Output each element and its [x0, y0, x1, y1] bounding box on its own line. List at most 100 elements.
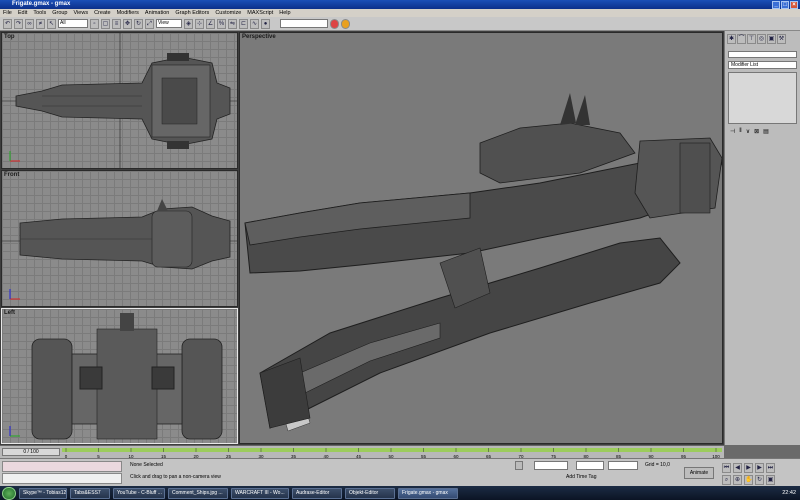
quick-render-icon[interactable]: [341, 18, 350, 29]
previous-frame-icon[interactable]: ◀: [733, 463, 742, 473]
z-coordinate-field[interactable]: [608, 461, 638, 470]
close-button[interactable]: ×: [790, 0, 798, 9]
rotate-icon[interactable]: ↻: [134, 18, 143, 29]
model-top-view: [2, 33, 237, 168]
menu-views[interactable]: Views: [74, 9, 89, 17]
viewport-front[interactable]: Front: [1, 170, 238, 307]
select-by-name-icon[interactable]: ≡: [112, 18, 121, 29]
menu-tools[interactable]: Tools: [33, 9, 46, 17]
maximize-button[interactable]: □: [781, 0, 789, 9]
window-title: Frigate.gmax - gmax: [12, 1, 71, 7]
material-icon[interactable]: ●: [261, 18, 270, 29]
menu-file[interactable]: File: [3, 9, 12, 17]
pivot-icon[interactable]: ◈: [184, 18, 193, 29]
start-button[interactable]: [2, 486, 16, 500]
zoom-all-icon[interactable]: ⊕: [733, 475, 742, 485]
selection-filter-dropdown[interactable]: All: [58, 19, 88, 28]
utilities-tab-icon[interactable]: ⚒: [777, 34, 786, 44]
y-coordinate-field[interactable]: [576, 461, 604, 470]
menu-animation[interactable]: Animation: [145, 9, 169, 17]
display-tab-icon[interactable]: ▣: [767, 34, 776, 44]
unlink-icon[interactable]: ≠: [36, 18, 45, 29]
taskbar-item-audrase-editor[interactable]: Audrase-Editor: [292, 487, 342, 499]
viewport-left[interactable]: Left: [1, 308, 238, 444]
lock-selection-icon[interactable]: [515, 461, 523, 470]
taskbar-item-gmax[interactable]: Frigate.gmax - gmax: [398, 487, 458, 499]
model-front-view: [2, 199, 237, 270]
angle-snap-icon[interactable]: ∠: [206, 18, 215, 29]
stack-tools: ⊣ ‖ ∨ ⊠ ▤: [725, 124, 800, 139]
object-name-field[interactable]: [728, 51, 797, 58]
add-time-tag-button[interactable]: Add Time Tag: [566, 474, 596, 480]
select-region-icon[interactable]: ▢: [101, 18, 110, 29]
next-frame-icon[interactable]: ▶: [755, 463, 764, 473]
clock: 22:42: [782, 490, 796, 496]
model-left-view: [31, 313, 223, 440]
redo-icon[interactable]: ↷: [14, 18, 23, 29]
x-coordinate-field[interactable]: [534, 461, 568, 470]
remove-modifier-icon[interactable]: ⊠: [754, 128, 759, 135]
command-panel: ✱ ⌒ ⊤ ◎ ▣ ⚒ Modifier List ⊣ ‖ ∨ ⊠ ▤: [724, 31, 800, 445]
main-toolbar: ↶ ↷ ∞ ≠ ↖ All ▫ ▢ ≡ ✥ ↻ ⤢ View ◈ ⊹ ∠ % ⇋…: [0, 17, 800, 31]
menu-group[interactable]: Group: [52, 9, 67, 17]
curve-editor-icon[interactable]: ∿: [250, 18, 259, 29]
modifier-list-dropdown[interactable]: Modifier List: [728, 61, 797, 69]
link-icon[interactable]: ∞: [25, 18, 34, 29]
timeline[interactable]: 0 / 100 0 5 10 15 20 25 30 35 40 45 50 55 60 65 70 75 80…: [0, 445, 724, 459]
menu-create[interactable]: Create: [94, 9, 111, 17]
status-bar: None Selected Click and drag to pan a no…: [0, 458, 800, 486]
animate-button[interactable]: Animate: [684, 467, 714, 479]
motion-tab-icon[interactable]: ◎: [757, 34, 766, 44]
maxscript-input[interactable]: [2, 473, 122, 484]
configure-sets-icon[interactable]: ▤: [763, 128, 769, 135]
menu-modifiers[interactable]: Modifiers: [117, 9, 139, 17]
menu-customize[interactable]: Customize: [215, 9, 241, 17]
viewport-area: Top Front Left Perspective: [0, 31, 724, 445]
render-icon[interactable]: [330, 18, 339, 29]
taskbar-item-tabs[interactable]: Tabs&ESS7: [70, 487, 110, 499]
viewport-perspective[interactable]: Perspective: [239, 32, 723, 444]
menu-edit[interactable]: Edit: [18, 9, 27, 17]
axis-tripod-icon: [9, 151, 20, 162]
taskbar-item-youtube[interactable]: YouTube - C-Bluff ...: [113, 487, 165, 499]
scale-icon[interactable]: ⤢: [145, 18, 154, 29]
time-slider[interactable]: 0 / 100: [2, 448, 60, 456]
menu-help[interactable]: Help: [279, 9, 290, 17]
pin-stack-icon[interactable]: ⊣: [730, 128, 735, 135]
percent-snap-icon[interactable]: %: [217, 18, 226, 29]
align-icon[interactable]: ⊏: [239, 18, 248, 29]
zoom-icon[interactable]: ⌕: [722, 475, 731, 485]
menu-maxscript[interactable]: MAXScript: [247, 9, 273, 17]
menu-bar: File Edit Tools Group Views Create Modif…: [0, 9, 800, 17]
viewport-top[interactable]: Top: [1, 32, 238, 169]
create-tab-icon[interactable]: ✱: [727, 34, 736, 44]
named-selection-dropdown[interactable]: [280, 19, 328, 28]
reference-coordinate-dropdown[interactable]: View: [156, 19, 182, 28]
maximize-viewport-icon[interactable]: ▣: [766, 475, 775, 485]
minimize-button[interactable]: _: [772, 0, 780, 9]
mirror-icon[interactable]: ⇋: [228, 18, 237, 29]
make-unique-icon[interactable]: ∨: [746, 128, 750, 135]
taskbar-item-warcraft[interactable]: WARCRAFT III - Wo...: [231, 487, 289, 499]
orbit-icon[interactable]: ↻: [755, 475, 764, 485]
maxscript-listener[interactable]: [2, 461, 122, 472]
modifier-stack[interactable]: [728, 72, 797, 124]
go-to-end-icon[interactable]: ⏭: [766, 463, 775, 473]
taskbar-item-skype[interactable]: Skype™ - Tobias123...: [19, 487, 67, 499]
play-icon[interactable]: ▶: [744, 463, 753, 473]
axis-tripod-icon: [9, 289, 20, 300]
select-icon[interactable]: ↖: [47, 18, 56, 29]
pan-icon[interactable]: ✋: [744, 475, 753, 485]
hierarchy-tab-icon[interactable]: ⊤: [747, 34, 756, 44]
move-icon[interactable]: ✥: [123, 18, 132, 29]
taskbar-item-image[interactable]: Comment_Ships.jpg ...: [168, 487, 228, 499]
selection-status: None Selected: [130, 462, 163, 468]
taskbar-item-objekt-editor[interactable]: Objekt-Editor: [345, 487, 395, 499]
modify-tab-icon[interactable]: ⌒: [737, 34, 746, 44]
menu-graph-editors[interactable]: Graph Editors: [175, 9, 209, 17]
go-to-start-icon[interactable]: ⏮: [722, 463, 731, 473]
snap-icon[interactable]: ⊹: [195, 18, 204, 29]
show-end-result-icon[interactable]: ‖: [739, 128, 741, 135]
undo-icon[interactable]: ↶: [3, 18, 12, 29]
select-object-icon[interactable]: ▫: [90, 18, 99, 29]
